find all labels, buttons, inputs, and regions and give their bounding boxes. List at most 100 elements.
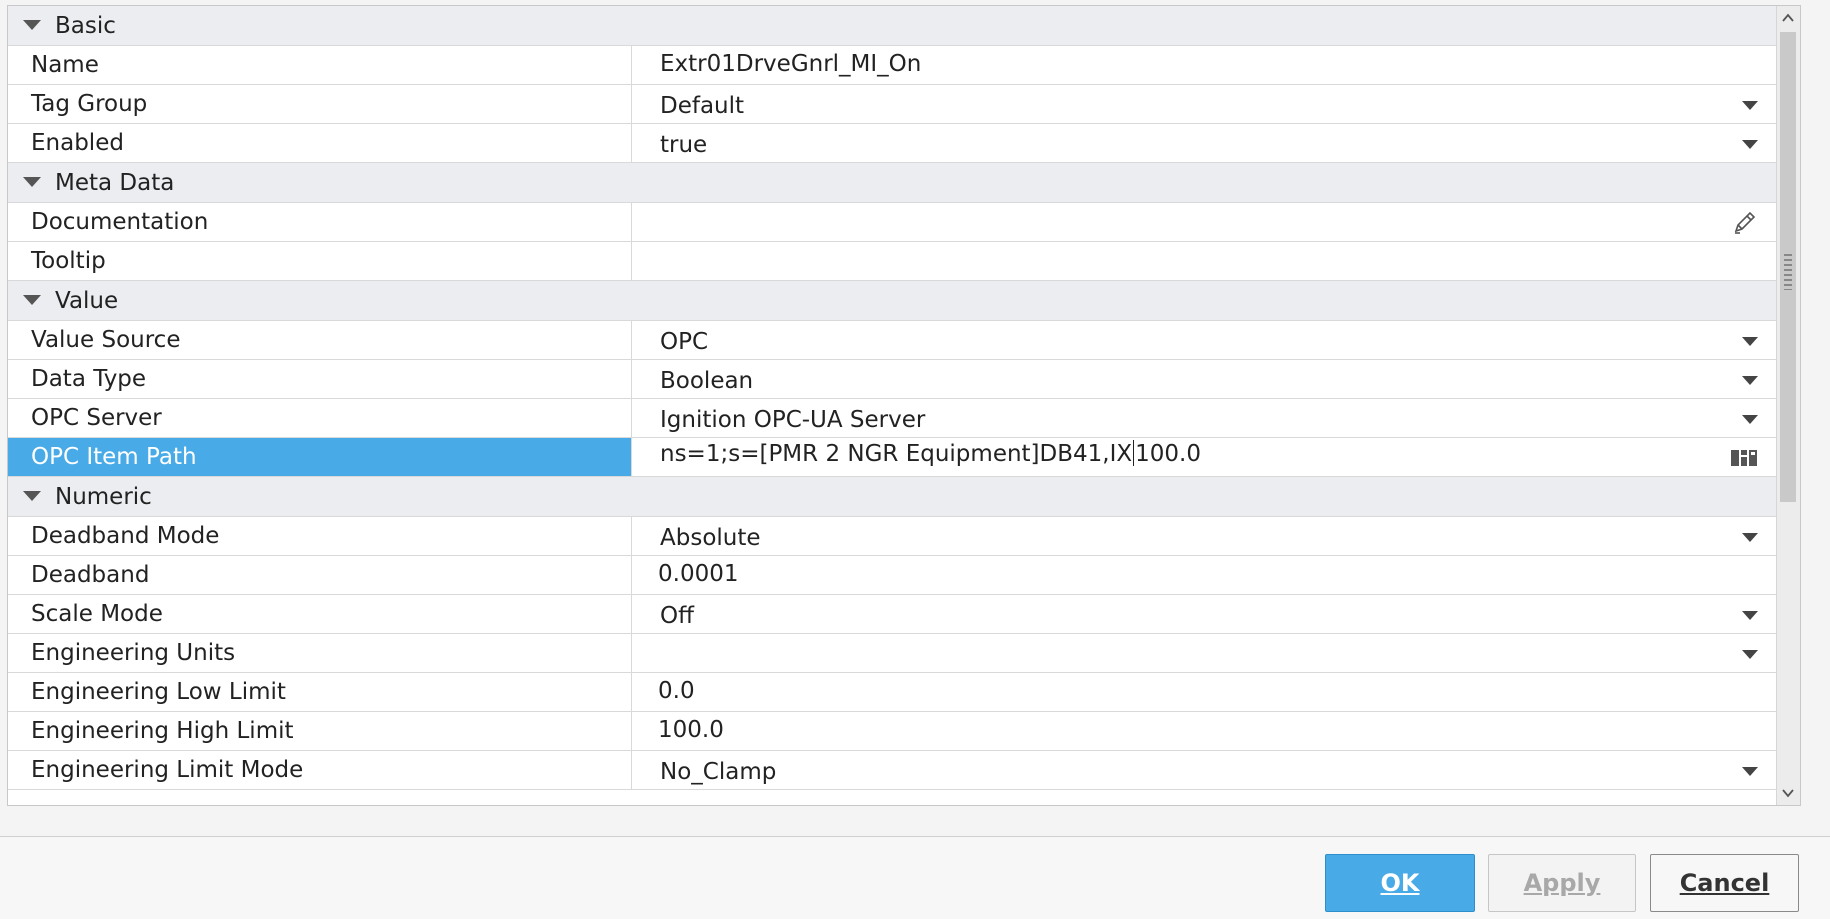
section-title: Numeric (55, 484, 152, 510)
documentation-field[interactable] (633, 203, 1776, 241)
path-text-before-cursor: ns=1;s=[PMR 2 NGR Equipment]DB41,IX (660, 441, 1133, 467)
property-label-cell: Deadband (8, 556, 632, 594)
property-row-name: Name Extr01DrveGnrl_MI_On (8, 46, 1776, 85)
engineering-low-limit-field[interactable]: 0.0 (633, 673, 1776, 711)
tag-properties-panel: Basic Name Extr01DrveGnrl_MI_On Tag Grou… (7, 5, 1801, 806)
property-label: Engineering Units (31, 640, 236, 666)
property-label: Value Source (31, 327, 181, 353)
caret-down-icon[interactable] (1742, 376, 1758, 385)
caret-down-icon[interactable] (1742, 337, 1758, 346)
property-label-cell: Documentation (8, 203, 632, 241)
property-label-cell: OPC Item Path (8, 438, 632, 476)
caret-down-icon[interactable] (1742, 140, 1758, 149)
property-label: Engineering Limit Mode (31, 757, 304, 783)
property-label-cell: Engineering Low Limit (8, 673, 632, 711)
property-label: Deadband Mode (31, 523, 220, 549)
property-row-tag-group: Tag Group Default (8, 85, 1776, 124)
property-value: Absolute (660, 525, 761, 551)
property-row-engineering-units: Engineering Units (8, 634, 1776, 673)
property-label: Deadband (31, 562, 150, 588)
chevron-down-icon[interactable] (23, 295, 41, 305)
tooltip-field[interactable] (633, 242, 1776, 280)
path-text-after-cursor: 100.0 (1135, 441, 1201, 467)
property-label: Enabled (31, 130, 124, 156)
property-label-cell: Deadband Mode (8, 517, 632, 555)
property-value: ns=1;s=[PMR 2 NGR Equipment]DB41,IX 100.0 (660, 440, 1201, 467)
property-label: OPC Item Path (31, 444, 197, 470)
opc-item-path-input[interactable]: ns=1;s=[PMR 2 NGR Equipment]DB41,IX 100.0 (633, 438, 1776, 476)
deadband-field[interactable]: 0.0001 (633, 556, 1776, 594)
engineering-high-limit-field[interactable]: 100.0 (633, 712, 1776, 750)
caret-down-icon[interactable] (1742, 767, 1758, 776)
property-row-deadband: Deadband 0.0001 (8, 556, 1776, 595)
property-row-data-type: Data Type Boolean (8, 360, 1776, 399)
property-label: OPC Server (31, 405, 162, 431)
pencil-icon[interactable] (1732, 211, 1758, 235)
property-value: OPC (660, 329, 709, 355)
property-label: Documentation (31, 209, 209, 235)
caret-down-icon[interactable] (1742, 415, 1758, 424)
text-cursor (1133, 440, 1135, 466)
property-label-cell: Scale Mode (8, 595, 632, 633)
value-source-dropdown[interactable]: OPC (633, 321, 1776, 359)
caret-down-icon[interactable] (1742, 533, 1758, 542)
property-row-engineering-high-limit: Engineering High Limit 100.0 (8, 712, 1776, 751)
property-row-tooltip: Tooltip (8, 242, 1776, 281)
dialog-footer: OK Apply Cancel (0, 837, 1830, 919)
property-grid: Basic Name Extr01DrveGnrl_MI_On Tag Grou… (8, 6, 1776, 790)
section-value[interactable]: Value (8, 281, 1776, 321)
property-label-cell: Tooltip (8, 242, 632, 280)
property-row-value-source: Value Source OPC (8, 321, 1776, 360)
property-value: Ignition OPC-UA Server (660, 407, 926, 433)
property-label-cell: Value Source (8, 321, 632, 359)
property-value: Boolean (660, 368, 754, 394)
property-label-cell: Engineering Limit Mode (8, 751, 632, 789)
property-label-cell: Name (8, 46, 632, 84)
property-label-cell: Engineering High Limit (8, 712, 632, 750)
chevron-down-icon[interactable] (23, 491, 41, 501)
apply-button[interactable]: Apply (1488, 854, 1636, 912)
property-label-cell: Engineering Units (8, 634, 632, 672)
section-title: Value (55, 288, 119, 314)
engineering-limit-mode-dropdown[interactable]: No_Clamp (633, 751, 1776, 789)
property-label: Engineering Low Limit (31, 679, 286, 705)
grip-icon (1784, 254, 1792, 290)
scroll-up-icon[interactable] (1780, 8, 1796, 28)
tag-browser-icon[interactable] (1730, 448, 1758, 468)
scale-mode-dropdown[interactable]: Off (633, 595, 1776, 633)
scrollbar-thumb[interactable] (1780, 32, 1796, 502)
vertical-scrollbar[interactable] (1776, 6, 1800, 805)
property-label: Tag Group (31, 91, 148, 117)
section-title: Meta Data (55, 170, 175, 196)
section-basic[interactable]: Basic (8, 6, 1776, 46)
property-label: Tooltip (31, 248, 106, 274)
enabled-dropdown[interactable]: true (633, 124, 1776, 162)
property-row-opc-item-path: OPC Item Path ns=1;s=[PMR 2 NGR Equipmen… (8, 438, 1776, 477)
caret-down-icon[interactable] (1742, 611, 1758, 620)
property-value: 0.0001 (658, 561, 739, 587)
tag-group-dropdown[interactable]: Default (633, 85, 1776, 123)
property-label-cell: OPC Server (8, 399, 632, 437)
ok-button[interactable]: OK (1325, 854, 1475, 912)
caret-down-icon[interactable] (1742, 101, 1758, 110)
section-numeric[interactable]: Numeric (8, 477, 1776, 517)
caret-down-icon[interactable] (1742, 650, 1758, 659)
cancel-button[interactable]: Cancel (1650, 854, 1799, 912)
engineering-units-dropdown[interactable] (633, 634, 1776, 672)
name-field[interactable]: Extr01DrveGnrl_MI_On (633, 46, 1776, 84)
property-row-engineering-low-limit: Engineering Low Limit 0.0 (8, 673, 1776, 712)
scroll-down-icon[interactable] (1780, 783, 1796, 803)
opc-server-dropdown[interactable]: Ignition OPC-UA Server (633, 399, 1776, 437)
deadband-mode-dropdown[interactable]: Absolute (633, 517, 1776, 555)
chevron-down-icon[interactable] (23, 20, 41, 30)
property-label: Data Type (31, 366, 147, 392)
data-type-dropdown[interactable]: Boolean (633, 360, 1776, 398)
section-meta-data[interactable]: Meta Data (8, 163, 1776, 203)
property-label-cell: Tag Group (8, 85, 632, 123)
property-value: Off (660, 603, 694, 629)
section-title: Basic (55, 13, 116, 39)
chevron-down-icon[interactable] (23, 177, 41, 187)
property-label-cell: Enabled (8, 124, 632, 162)
property-value: No_Clamp (660, 759, 777, 785)
property-value: true (660, 132, 708, 158)
